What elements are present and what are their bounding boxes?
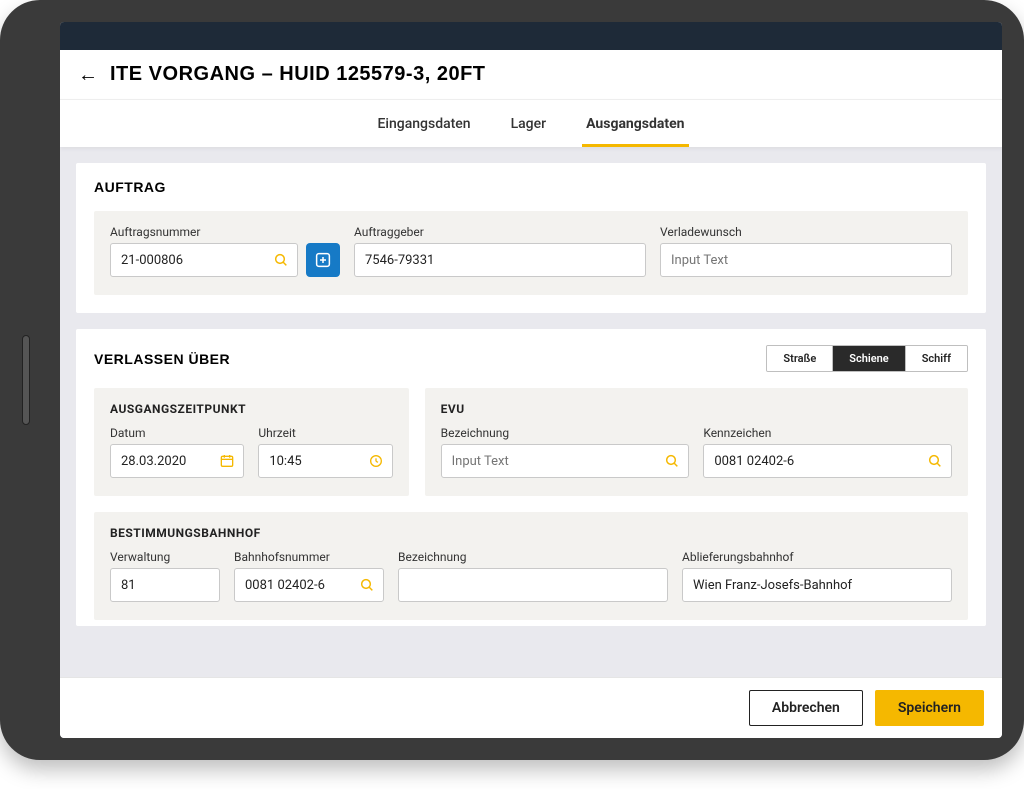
panel-ausgangszeitpunkt: AUSGANGSZEITPUNKT Datum xyxy=(94,388,409,496)
input-verladewunsch[interactable] xyxy=(660,243,952,277)
input-auftraggeber[interactable] xyxy=(354,243,646,277)
segment-schiff[interactable]: Schiff xyxy=(905,346,967,371)
tab-ausgangsdaten[interactable]: Ausgangsdaten xyxy=(582,110,688,147)
clock-icon[interactable] xyxy=(367,452,385,470)
panel-title-evu: EVU xyxy=(441,402,952,416)
card-verlassen: Verlassen über Straße Schiene Schiff AUS… xyxy=(76,329,986,626)
save-button[interactable]: Speichern xyxy=(875,690,984,726)
content-area: Auftrag Auftragsnummer xyxy=(60,147,1002,677)
tablet-home-button[interactable] xyxy=(22,335,30,425)
label-auftragsnummer: Auftragsnummer xyxy=(110,225,340,239)
segment-schiene[interactable]: Schiene xyxy=(832,346,904,371)
label-ablieferungsbahnhof: Ablieferungsbahnhof xyxy=(682,550,952,564)
input-evu-bezeichnung[interactable] xyxy=(441,444,690,478)
label-bahnhof-bezeichnung: Bezeichnung xyxy=(398,550,668,564)
input-bahnhof-bezeichnung[interactable] xyxy=(398,568,668,602)
title-bar: ← ITE Vorgang – HUID 125579-3, 20ft xyxy=(60,50,1002,99)
search-icon[interactable] xyxy=(272,251,290,269)
input-ablieferungsbahnhof[interactable] xyxy=(682,568,952,602)
panel-evu: EVU Bezeichnung xyxy=(425,388,968,496)
calendar-icon[interactable] xyxy=(218,452,236,470)
input-auftragsnummer[interactable] xyxy=(110,243,298,277)
label-datum: Datum xyxy=(110,426,244,440)
tab-eingangsdaten[interactable]: Eingangsdaten xyxy=(374,110,475,147)
search-icon[interactable] xyxy=(358,576,376,594)
panel-title-bahnhof: BESTIMMUNGSBAHNHOF xyxy=(110,526,952,540)
label-uhrzeit: Uhrzeit xyxy=(258,426,392,440)
card-title-verlassen: Verlassen über xyxy=(94,351,230,367)
search-icon[interactable] xyxy=(926,452,944,470)
status-bar xyxy=(60,22,1002,50)
label-bahnhofsnummer: Bahnhofsnummer xyxy=(234,550,384,564)
card-auftrag: Auftrag Auftragsnummer xyxy=(76,163,986,313)
footer-actions: Abbrechen Speichern xyxy=(60,677,1002,738)
tablet-frame: ← ITE Vorgang – HUID 125579-3, 20ft Eing… xyxy=(0,0,1024,760)
back-arrow-icon[interactable]: ← xyxy=(78,62,98,87)
label-verwaltung: Verwaltung xyxy=(110,550,220,564)
page-title: ITE Vorgang – HUID 125579-3, 20ft xyxy=(110,63,486,86)
search-icon[interactable] xyxy=(663,452,681,470)
label-evu-kennzeichen: Kennzeichen xyxy=(703,426,952,440)
add-auftrag-button[interactable] xyxy=(306,243,340,277)
label-verladewunsch: Verladewunsch xyxy=(660,225,952,239)
segment-strasse[interactable]: Straße xyxy=(767,346,832,371)
label-auftraggeber: Auftraggeber xyxy=(354,225,646,239)
cancel-button[interactable]: Abbrechen xyxy=(749,690,863,726)
input-verwaltung[interactable] xyxy=(110,568,220,602)
segment-transport-mode: Straße Schiene Schiff xyxy=(766,345,968,372)
panel-title-ausgang: AUSGANGSZEITPUNKT xyxy=(110,402,393,416)
panel-bestimmungsbahnhof: BESTIMMUNGSBAHNHOF Verwaltung Bahnhofsnu… xyxy=(94,512,968,620)
panel-auftrag-fields: Auftragsnummer xyxy=(94,211,968,295)
input-evu-kennzeichen[interactable] xyxy=(703,444,952,478)
card-title-auftrag: Auftrag xyxy=(94,179,166,195)
tab-lager[interactable]: Lager xyxy=(507,110,551,147)
app-screen: ← ITE Vorgang – HUID 125579-3, 20ft Eing… xyxy=(60,22,1002,738)
tab-bar: Eingangsdaten Lager Ausgangsdaten xyxy=(60,99,1002,147)
label-evu-bezeichnung: Bezeichnung xyxy=(441,426,690,440)
